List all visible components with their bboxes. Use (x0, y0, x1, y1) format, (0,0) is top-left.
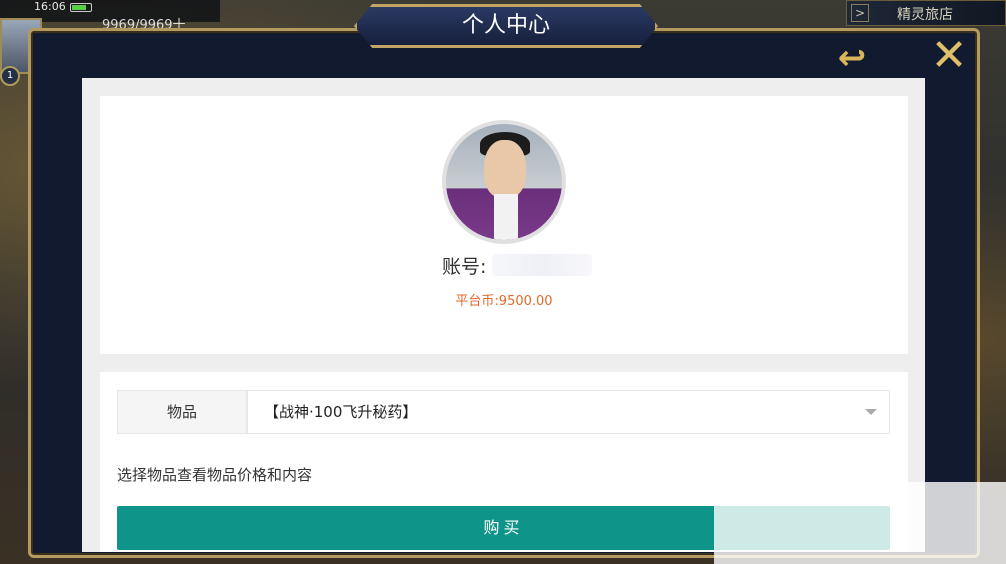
account-label: 账号: (442, 256, 487, 278)
platform-coins: 平台币:9500.00 (455, 294, 553, 309)
item-label: 物品 (117, 390, 247, 434)
watermark (714, 482, 1006, 564)
page-title: 个人中心 (461, 13, 550, 38)
content-area: 账号: 平台币:9500.00 物品 【战神·100飞升秘药】 选择物品查看物品… (82, 78, 925, 552)
back-arrow-icon[interactable]: ↩ (822, 38, 882, 78)
item-hint: 选择物品查看物品价格和内容 (117, 466, 313, 484)
battery-icon (70, 3, 92, 12)
chevron-down-icon[interactable] (865, 409, 877, 415)
item-select[interactable]: 【战神·100飞升秘药】 (247, 390, 890, 434)
item-select-value: 【战神·100飞升秘药】 (264, 403, 418, 421)
close-icon[interactable]: ✕ (926, 34, 972, 80)
avatar-face (484, 140, 526, 198)
inn-button-label: 精灵旅店 (897, 7, 953, 23)
inn-button[interactable]: > 精灵旅店 (846, 0, 1006, 26)
avatar (442, 120, 566, 244)
profile-card: 账号: 平台币:9500.00 (100, 96, 908, 354)
expand-arrow-icon[interactable]: > (851, 4, 869, 22)
player-level-badge: 1 (0, 66, 20, 86)
account-value (492, 254, 592, 276)
clock: 16:06 (34, 0, 66, 13)
avatar-shirt (494, 194, 518, 240)
